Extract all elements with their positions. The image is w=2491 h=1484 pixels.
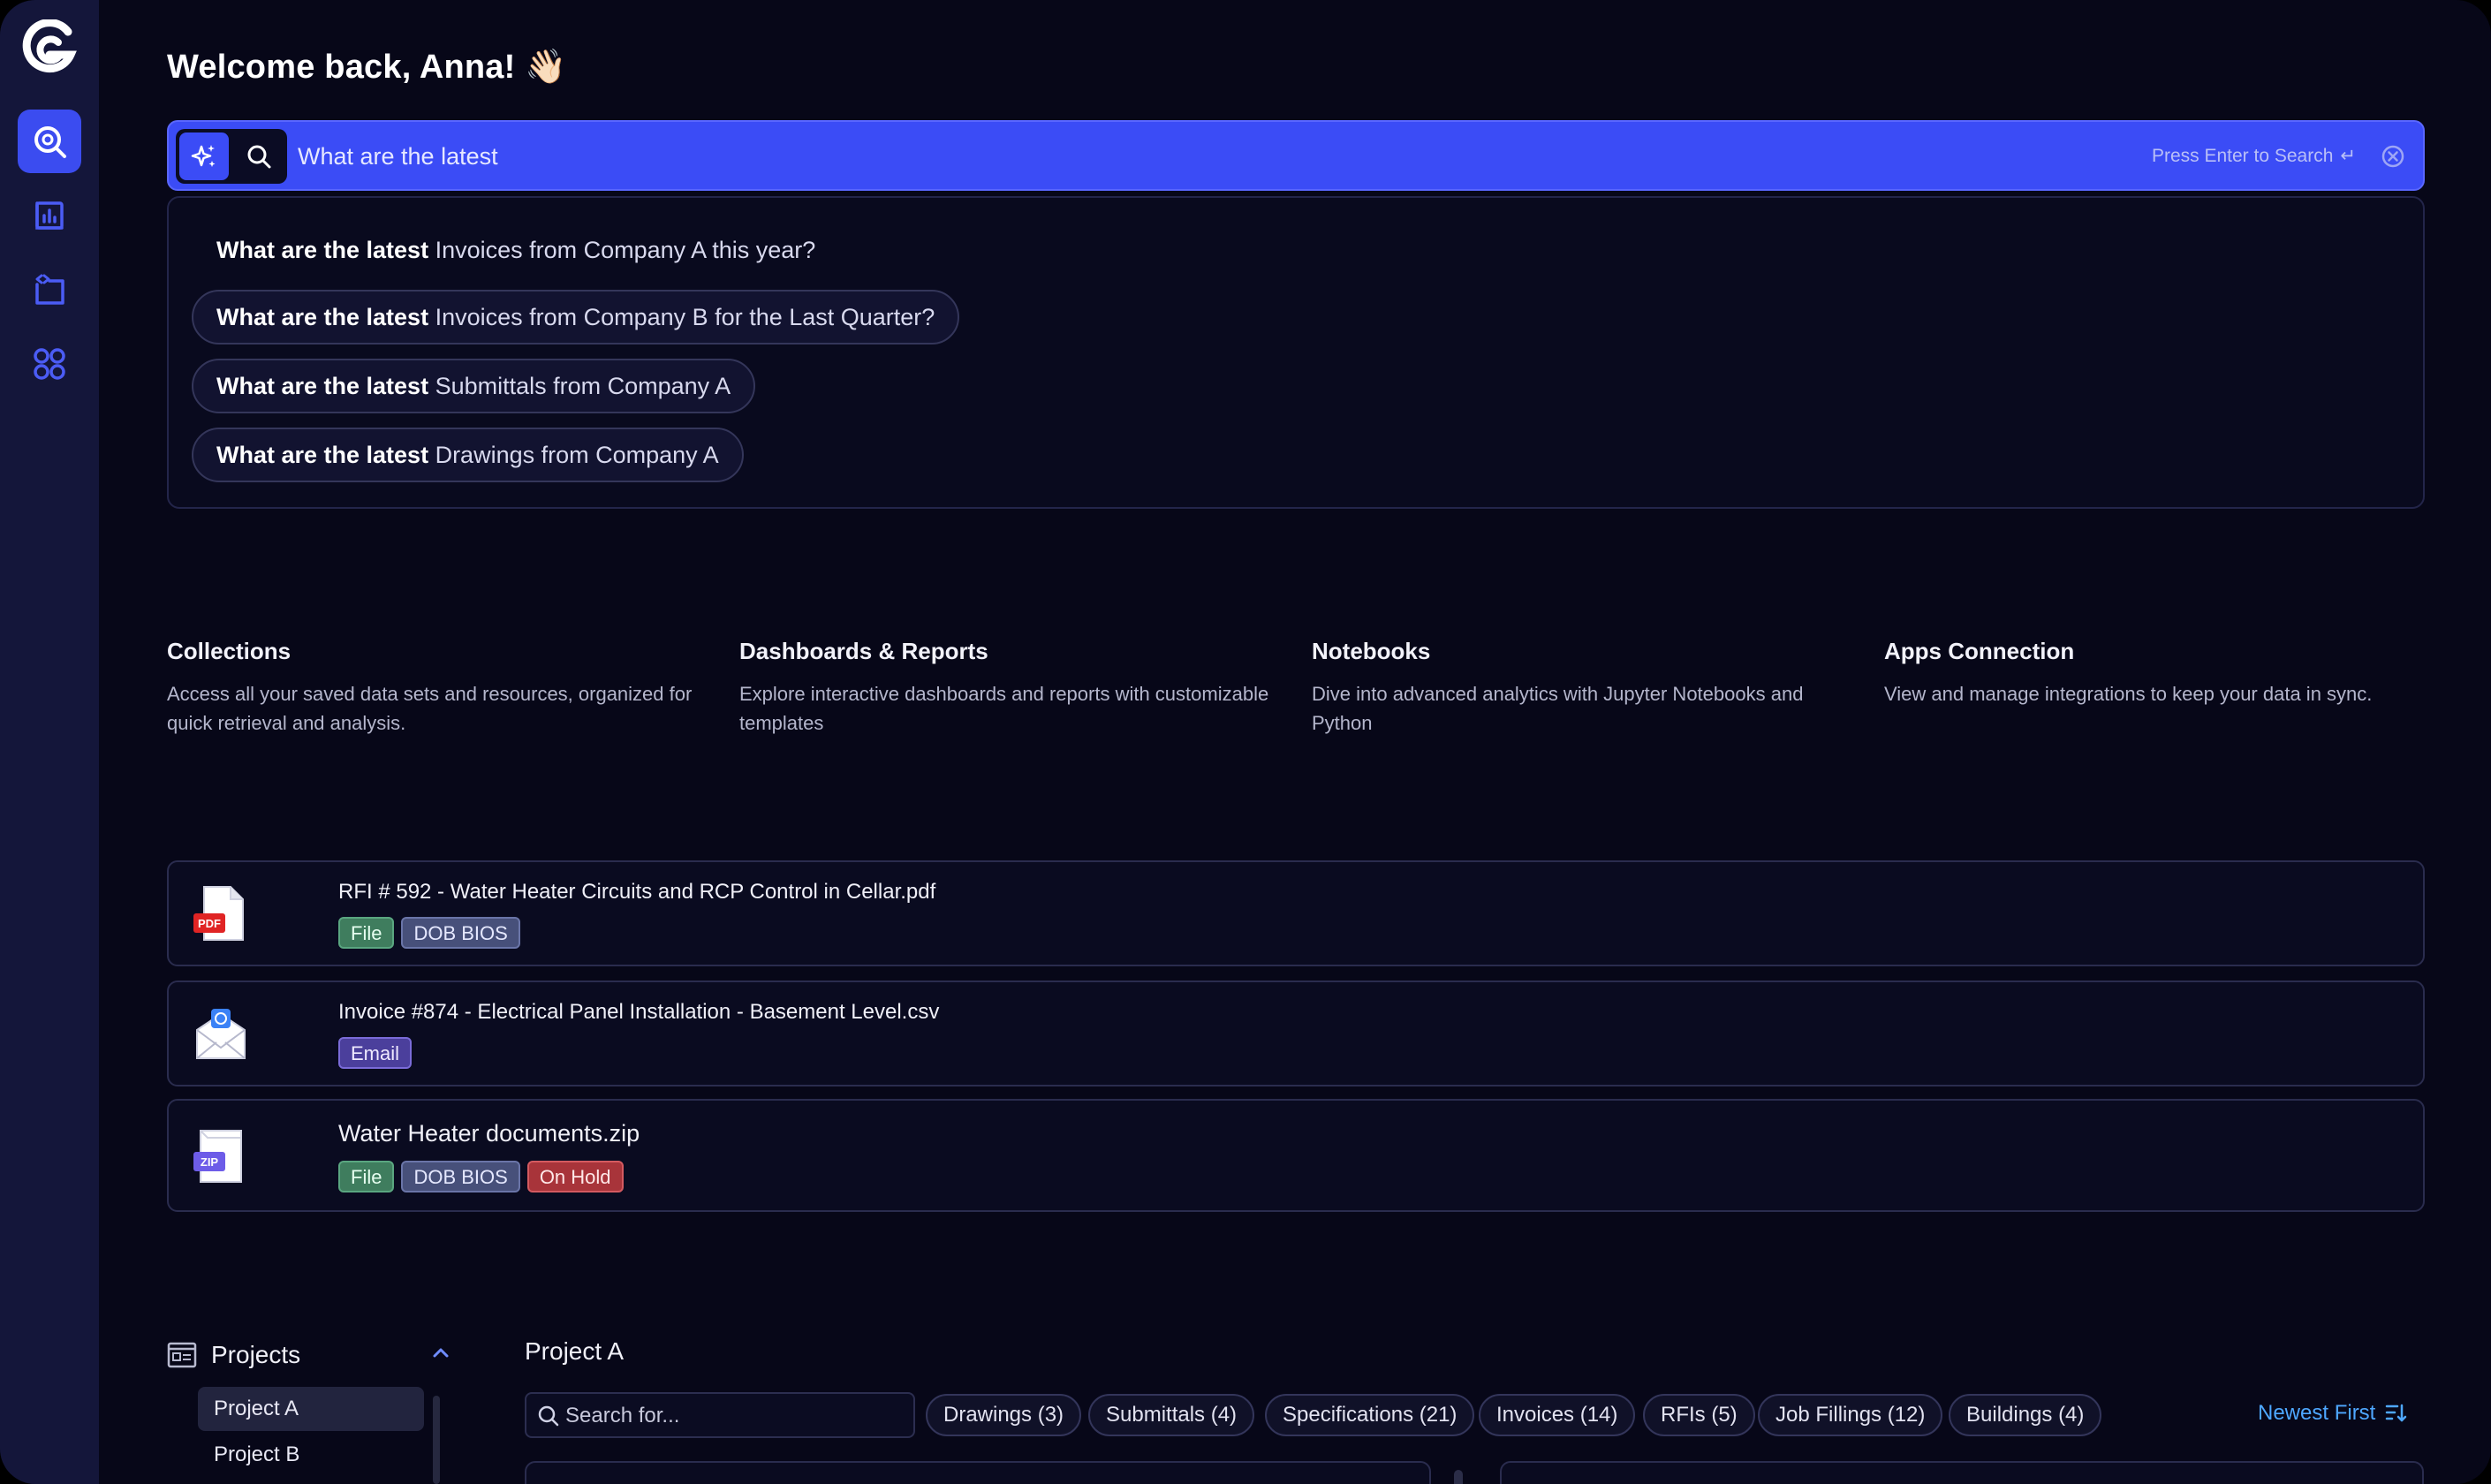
card-notebooks[interactable]: Notebooks Dive into advanced analytics w… [1312, 638, 1842, 738]
tag-dob-bios[interactable]: DOB BIOS [401, 1161, 520, 1192]
project-item-a[interactable]: Project A [198, 1387, 424, 1431]
sort-label: Newest First [2258, 1401, 2376, 1425]
card-title: Dashboards & Reports [739, 638, 988, 664]
file-tags: File DOB BIOS On Hold [338, 1161, 624, 1192]
card-apps-connection[interactable]: Apps Connection View and manage integrat… [1884, 638, 2414, 708]
nav-search-button[interactable] [18, 110, 81, 173]
project-search [525, 1392, 915, 1438]
zip-file-icon: ZIP [193, 1130, 242, 1183]
page-title: Welcome back, Anna! 👋🏻 [167, 49, 567, 86]
filter-specifications[interactable]: Specifications (21) [1265, 1394, 1475, 1436]
sparkles-icon [191, 145, 216, 167]
search-mode-toggle [176, 129, 287, 184]
card-collections[interactable]: Collections Access all your saved data s… [167, 638, 697, 738]
projects-heading: Projects [211, 1341, 301, 1368]
projects-header[interactable]: Projects [167, 1336, 458, 1374]
search-insight-icon [34, 126, 66, 158]
search-icon [247, 145, 271, 169]
file-name: RFI # 592 - Water Heater Circuits and RC… [338, 880, 936, 904]
card-dashboards-reports[interactable]: Dashboards & Reports Explore interactive… [739, 638, 1269, 738]
file-name: Invoice #874 - Electrical Panel Installa… [338, 1000, 940, 1024]
filter-invoices[interactable]: Invoices (14) [1479, 1394, 1636, 1436]
card-description: Dive into advanced analytics with Jupyte… [1312, 683, 1804, 734]
card-description: Access all your saved data sets and reso… [167, 683, 693, 734]
file-name: Water Heater documents.zip [338, 1120, 640, 1147]
suggestion-item[interactable]: What are the latest Submittals from Comp… [192, 359, 756, 413]
tag-on-hold[interactable]: On Hold [526, 1161, 624, 1192]
filter-rfis[interactable]: RFIs (5) [1643, 1394, 1755, 1436]
sidebar [0, 0, 99, 1484]
enter-key-icon: ↵ [2340, 146, 2356, 166]
card-description: View and manage integrations to keep you… [1884, 683, 2373, 705]
suggestion-item[interactable]: What are the latest Invoices from Compan… [192, 290, 960, 344]
project-preview-panel [1500, 1461, 2424, 1484]
search-icon [538, 1405, 559, 1427]
email-envelope-icon [196, 1009, 246, 1059]
search-suggestions-panel: What are the latest Invoices from Compan… [167, 196, 2425, 509]
file-badge: ZIP [201, 1155, 219, 1169]
project-search-input[interactable] [565, 1401, 901, 1431]
nav-reports-button[interactable] [18, 184, 81, 247]
file-row[interactable]: PDF RFI # 592 - Water Heater Circuits an… [167, 860, 2425, 966]
file-tags: Email [338, 1037, 413, 1069]
project-list-panel [525, 1461, 1431, 1484]
nav-apps-button[interactable] [18, 332, 81, 396]
project-item-b[interactable]: Project B [198, 1433, 424, 1477]
project-list-scrollbar[interactable] [1454, 1470, 1463, 1484]
nav-notebooks-button[interactable] [18, 258, 81, 322]
filter-drawings[interactable]: Drawings (3) [926, 1394, 1082, 1436]
tag-email[interactable]: Email [338, 1037, 413, 1069]
main-content: Welcome back, Anna! 👋🏻 What are the late… [99, 0, 2491, 1484]
card-title: Collections [167, 638, 292, 664]
file-row[interactable]: ZIP Water Heater documents.zip File DOB … [167, 1099, 2425, 1212]
sort-button[interactable]: Newest First [2258, 1401, 2407, 1426]
projects-scrollbar[interactable] [433, 1396, 440, 1484]
tag-file[interactable]: File [338, 917, 395, 949]
filter-buildings[interactable]: Buildings (4) [1949, 1394, 2102, 1436]
file-badge: PDF [198, 917, 221, 930]
tag-file[interactable]: File [338, 1161, 395, 1192]
chevron-up-icon[interactable] [428, 1339, 454, 1366]
chart-report-icon [35, 201, 64, 230]
app-logo-icon[interactable] [19, 19, 78, 78]
card-title: Apps Connection [1884, 638, 2075, 664]
suggestion-item[interactable]: What are the latest Invoices from Compan… [216, 237, 815, 264]
apps-grid-icon [34, 348, 65, 380]
code-notebook-icon [35, 274, 64, 305]
selected-project-title: Project A [525, 1337, 625, 1365]
ai-search-mode-button[interactable] [179, 132, 229, 180]
card-title: Notebooks [1312, 638, 1431, 664]
file-row[interactable]: Invoice #874 - Electrical Panel Installa… [167, 980, 2425, 1086]
search-bar: Press Enter to Search ↵ [167, 120, 2425, 191]
card-description: Explore interactive dashboards and repor… [739, 683, 1269, 734]
file-tags: File DOB BIOS [338, 917, 520, 949]
tag-dob-bios[interactable]: DOB BIOS [401, 917, 520, 949]
pdf-file-icon: PDF [193, 886, 244, 941]
clear-search-icon[interactable] [2381, 144, 2405, 169]
search-hint-text: Press Enter to Search [2151, 145, 2334, 166]
filter-submittals[interactable]: Submittals (4) [1088, 1394, 1255, 1436]
sort-descending-icon [2386, 1404, 2407, 1422]
suggestion-item[interactable]: What are the latest Drawings from Compan… [192, 428, 744, 482]
app-window: Welcome back, Anna! 👋🏻 What are the late… [0, 0, 2491, 1484]
keyword-search-mode-button[interactable] [234, 132, 284, 180]
filter-job-fillings[interactable]: Job Fillings (12) [1758, 1394, 1943, 1436]
search-hint: Press Enter to Search ↵ [2152, 145, 2356, 167]
projects-board-icon [167, 1342, 197, 1368]
search-input[interactable] [298, 131, 1888, 182]
